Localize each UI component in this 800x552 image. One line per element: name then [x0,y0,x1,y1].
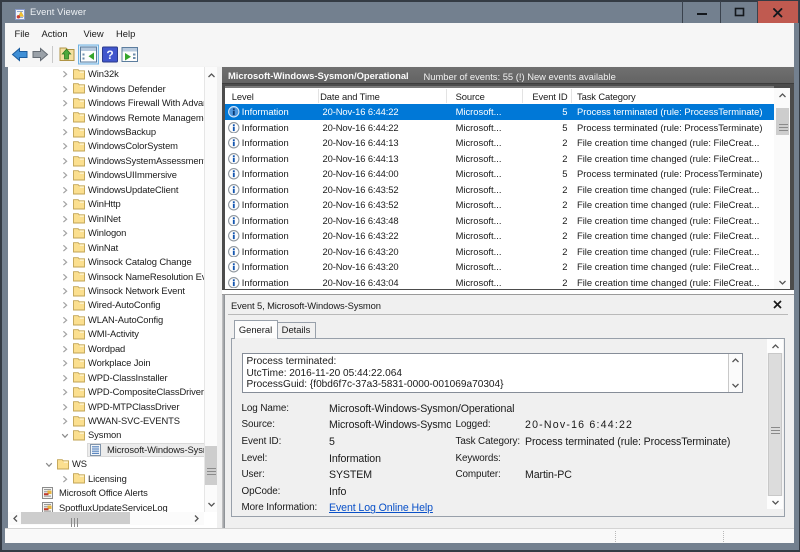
svg-text:?: ? [106,48,113,62]
